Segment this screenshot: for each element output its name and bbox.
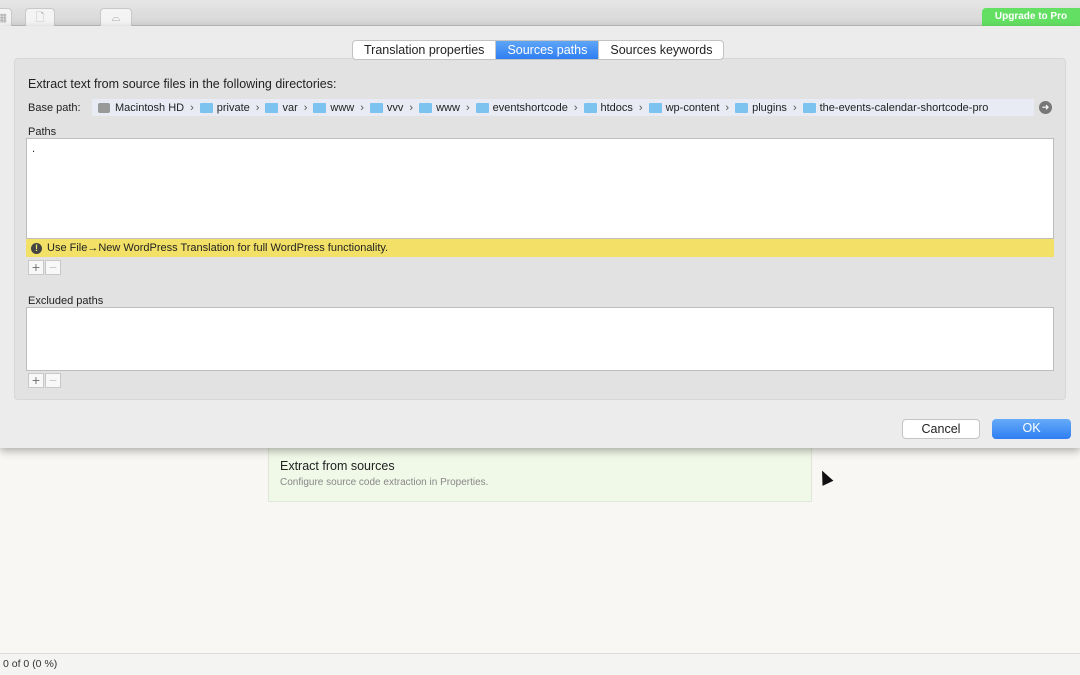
- folder-icon: [735, 102, 749, 113]
- chevron-right-icon: ›: [303, 101, 308, 114]
- path-item[interactable]: .: [32, 143, 1048, 155]
- path-segment[interactable]: var: [265, 101, 298, 114]
- path-segment[interactable]: plugins: [735, 102, 787, 114]
- properties-sheet: Translation properties Sources paths Sou…: [0, 26, 1080, 448]
- folder-icon: [369, 102, 383, 113]
- status-bar: 0 of 0 (0 %): [0, 653, 1080, 675]
- chevron-right-icon: ›: [573, 101, 578, 114]
- mouse-cursor: [816, 468, 834, 486]
- folder-icon: [199, 102, 213, 113]
- folder-icon: [313, 102, 327, 113]
- path-segment[interactable]: the-events-calendar-shortcode-pro: [802, 101, 989, 114]
- add-path-button[interactable]: +: [28, 260, 44, 275]
- cancel-button[interactable]: Cancel: [902, 419, 980, 439]
- card-subtext: Configure source code extraction in Prop…: [280, 477, 489, 488]
- upgrade-button[interactable]: Upgrade to Pro: [982, 8, 1080, 26]
- chevron-right-icon: ›: [360, 101, 364, 114]
- path-segment[interactable]: eventshortcode: [475, 101, 568, 114]
- chevron-right-icon: ›: [725, 101, 730, 114]
- path-segment-label: eventshortcode: [492, 101, 568, 114]
- path-segment[interactable]: www: [419, 102, 460, 114]
- base-path-label: Base path:: [28, 102, 81, 114]
- chevron-right-icon: ›: [255, 101, 260, 114]
- exclamation-icon: !: [31, 242, 42, 254]
- path-segment-label: www: [330, 101, 355, 114]
- path-segment[interactable]: wp-content: [648, 101, 720, 114]
- excluded-paths-list[interactable]: [26, 307, 1054, 371]
- path-segment-label: the-events-calendar-shortcode-pro: [819, 101, 989, 114]
- path-segment-label: Macintosh HD: [115, 101, 185, 114]
- remove-excluded-button[interactable]: −: [45, 373, 61, 388]
- chevron-right-icon: ›: [465, 101, 470, 114]
- folder-icon: [475, 102, 489, 113]
- document-icon[interactable]: 🗋: [25, 8, 55, 26]
- glasses-icon[interactable]: ⌓: [100, 8, 132, 26]
- chevron-right-icon: ›: [409, 101, 414, 114]
- path-segment[interactable]: htdocs: [583, 101, 633, 114]
- section-title: Extract text from source files in the fo…: [28, 77, 337, 91]
- hard-drive-icon: [98, 102, 110, 113]
- paths-list[interactable]: .: [26, 138, 1054, 239]
- path-segment-label: plugins: [752, 101, 787, 114]
- folder-icon: [419, 102, 433, 113]
- path-segment-label: www: [436, 101, 460, 114]
- folder-icon: [265, 102, 279, 113]
- extract-sources-card[interactable]: Extract from sources Configure source co…: [268, 448, 812, 502]
- path-segment[interactable]: private: [199, 101, 250, 114]
- chevron-right-icon: ›: [190, 101, 194, 114]
- warning-banner: ! Use File→New WordPress Translation for…: [26, 239, 1054, 257]
- tab-translation-properties[interactable]: Translation properties: [353, 41, 497, 59]
- folder-icon: [802, 102, 816, 113]
- path-segment-label: var: [282, 101, 298, 114]
- folder-icon: [583, 102, 597, 113]
- remove-path-button[interactable]: −: [45, 260, 61, 275]
- toolbar: ▦ 🗋 ⌓ Upgrade to Pro: [0, 0, 1080, 26]
- path-segment-label: vvv: [386, 101, 404, 114]
- chevron-right-icon: ›: [638, 101, 643, 114]
- paths-label: Paths: [28, 126, 57, 138]
- excluded-paths-label: Excluded paths: [28, 295, 104, 307]
- path-segment-label: htdocs: [600, 101, 633, 114]
- arrow-right-icon[interactable]: ➜: [1039, 101, 1052, 114]
- toolbar-button[interactable]: ▦: [0, 8, 12, 26]
- tab-sources-paths[interactable]: Sources paths: [496, 41, 600, 59]
- warning-text: Use File→New WordPress Translation for f…: [47, 242, 389, 254]
- path-segment-label: private: [216, 101, 250, 114]
- path-segment[interactable]: vvv: [369, 101, 404, 114]
- path-segment-label: wp-content: [665, 101, 720, 114]
- path-segment[interactable]: Macintosh HD: [98, 102, 184, 114]
- path-segment[interactable]: www: [313, 102, 354, 114]
- tab-sources-keywords[interactable]: Sources keywords: [599, 41, 723, 59]
- add-excluded-button[interactable]: +: [28, 373, 44, 388]
- tab-bar: Translation properties Sources paths Sou…: [352, 40, 725, 60]
- folder-icon: [648, 102, 662, 113]
- base-path-control[interactable]: Macintosh HD › private › var › www › vvv › www › eve…: [92, 99, 1034, 116]
- chevron-right-icon: ›: [792, 101, 797, 114]
- card-heading: Extract from sources: [280, 459, 395, 473]
- ok-button[interactable]: OK: [992, 419, 1071, 439]
